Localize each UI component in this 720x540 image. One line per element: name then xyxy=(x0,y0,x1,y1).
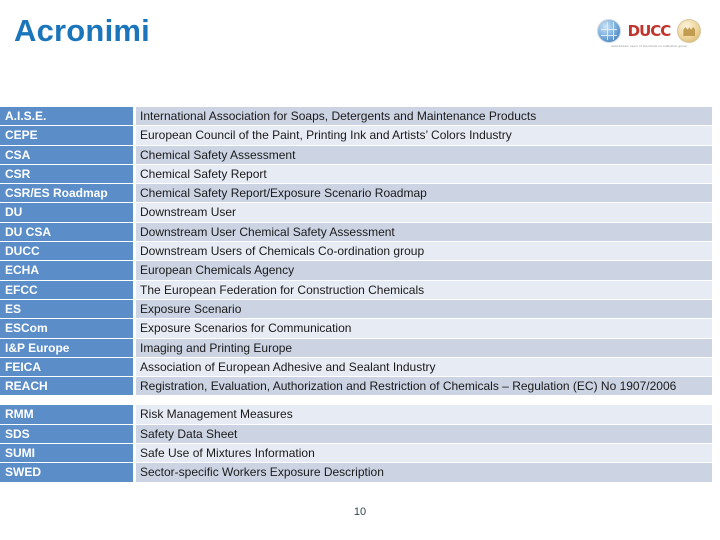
acronym-term: ES xyxy=(0,299,133,319)
logo-row: DUCC xyxy=(588,18,710,44)
table-row: DU CSA Downstream User Chemical Safety As… xyxy=(0,222,712,242)
acronym-definition: Chemical Safety Report xyxy=(136,164,712,184)
table-row: FEICA Association of European Adhesive an… xyxy=(0,357,712,377)
acronym-term: RMM xyxy=(0,405,133,424)
table-row: CSR/ES Roadmap Chemical Safety Report/Exp… xyxy=(0,184,712,203)
acronym-term: SWED xyxy=(0,463,133,482)
acronym-term: DUCC xyxy=(0,242,133,261)
table-row: RMM Risk Management Measures xyxy=(0,405,712,424)
acronym-definition: Safe Use of Mixtures Information xyxy=(136,444,712,463)
acronym-term: CSR/ES Roadmap xyxy=(0,184,133,203)
acronym-term: I&P Europe xyxy=(0,338,133,357)
acronym-term: CEPE xyxy=(0,126,133,145)
table-row: EFCC The European Federation for Construc… xyxy=(0,280,712,299)
globe-icon xyxy=(596,19,621,43)
acronym-definition: Risk Management Measures xyxy=(136,405,712,424)
acronym-definition: Exposure Scenario xyxy=(136,299,712,319)
acronym-definition: Chemical Safety Report/Exposure Scenario… xyxy=(136,184,712,203)
acronym-definition: Exposure Scenarios for Communication xyxy=(136,319,712,338)
logo-wordmark: DUCC xyxy=(627,22,672,40)
acronym-table: A.I.S.E. International Association for So… xyxy=(0,107,712,483)
acronym-definition: European Council of the Paint, Printing … xyxy=(136,126,712,145)
acronym-definition: Downstream Users of Chemicals Co-ordinat… xyxy=(136,242,712,261)
acronym-definition: The European Federation for Construction… xyxy=(136,280,712,299)
acronym-definition: International Association for Soaps, Det… xyxy=(136,107,712,126)
acronym-term: DU xyxy=(0,203,133,222)
acronym-term: ESCom xyxy=(0,319,133,338)
table-row: DU Downstream User xyxy=(0,203,712,222)
table-row: ECHA European Chemicals Agency xyxy=(0,261,712,280)
acronym-term: CSA xyxy=(0,145,133,164)
table-row: SDS Safety Data Sheet xyxy=(0,424,712,444)
acronym-term: ECHA xyxy=(0,261,133,280)
table-row: ES Exposure Scenario xyxy=(0,299,712,319)
acronym-term: REACH xyxy=(0,377,133,396)
table-row: I&P Europe Imaging and Printing Europe xyxy=(0,338,712,357)
table-row: SUMI Safe Use of Mixtures Information xyxy=(0,444,712,463)
acronym-definition: European Chemicals Agency xyxy=(136,261,712,280)
logo-tagline: downstream users of chemicals co-ordinat… xyxy=(611,44,687,48)
acronym-definition: Registration, Evaluation, Authorization … xyxy=(136,377,712,396)
slide-header: Acronimi DUCC downstream users of chemic… xyxy=(0,0,720,96)
gold-badge-icon xyxy=(677,19,702,43)
acronym-definition: Safety Data Sheet xyxy=(136,424,712,444)
acronym-term: CSR xyxy=(0,164,133,184)
table-row: SWED Sector-specific Workers Exposure Des… xyxy=(0,463,712,482)
ducc-logo: DUCC downstream users of chemicals co-or… xyxy=(588,18,710,56)
acronym-definition: Chemical Safety Assessment xyxy=(136,145,712,164)
page-number: 10 xyxy=(353,506,367,518)
acronym-term: DU CSA xyxy=(0,222,133,242)
acronym-term: A.I.S.E. xyxy=(0,107,133,126)
acronym-definition: Downstream User xyxy=(136,203,712,222)
acronym-term: FEICA xyxy=(0,357,133,377)
table-row: REACH Registration, Evaluation, Authoriza… xyxy=(0,377,712,396)
table-row: CEPE European Council of the Paint, Print… xyxy=(0,126,712,145)
table-row: ESCom Exposure Scenarios for Communicatio… xyxy=(0,319,712,338)
table-row: A.I.S.E. International Association for So… xyxy=(0,107,712,126)
page-title: Acronimi xyxy=(14,13,150,48)
table-row: CSR Chemical Safety Report xyxy=(0,164,712,184)
table-row: DUCC Downstream Users of Chemicals Co-ord… xyxy=(0,242,712,261)
acronym-term: SUMI xyxy=(0,444,133,463)
acronym-definition: Imaging and Printing Europe xyxy=(136,338,712,357)
acronym-definition: Association of European Adhesive and Sea… xyxy=(136,357,712,377)
acronym-definition: Downstream User Chemical Safety Assessme… xyxy=(136,222,712,242)
acronym-definition: Sector-specific Workers Exposure Descrip… xyxy=(136,463,712,482)
acronym-term: EFCC xyxy=(0,280,133,299)
table-row: CSA Chemical Safety Assessment xyxy=(0,145,712,164)
acronym-term: SDS xyxy=(0,424,133,444)
row-spacer xyxy=(0,396,712,405)
